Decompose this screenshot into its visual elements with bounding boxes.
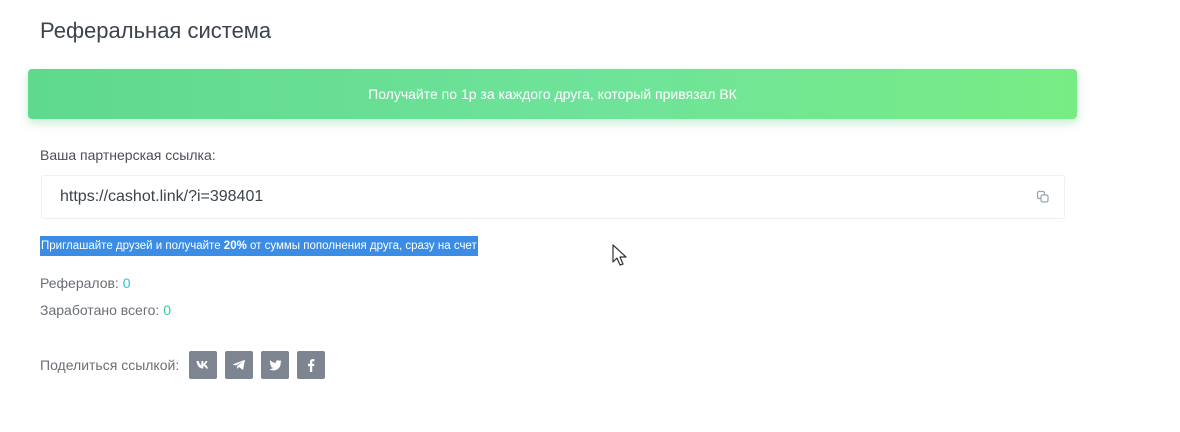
telegram-icon bbox=[232, 359, 246, 370]
partner-link-input[interactable] bbox=[42, 176, 1002, 218]
copy-button[interactable] bbox=[1028, 184, 1058, 210]
share-row: Поделиться ссылкой: bbox=[40, 351, 326, 379]
mouse-cursor-icon bbox=[612, 244, 627, 266]
promo-percent: 20% bbox=[223, 240, 247, 252]
info-banner: Получайте по 1р за каждого друга, которы… bbox=[28, 69, 1077, 119]
promo-text: Приглашайте друзей и получайте 20% от су… bbox=[40, 236, 478, 256]
page-title: Реферальная система bbox=[40, 18, 272, 43]
promo-text-before: Приглашайте друзей и получайте bbox=[41, 240, 224, 252]
share-telegram-button[interactable] bbox=[225, 351, 254, 379]
copy-icon bbox=[1036, 190, 1049, 203]
partner-link-field bbox=[41, 175, 1065, 219]
partner-link-label: Ваша партнерская ссылка: bbox=[40, 147, 216, 163]
earned-label: Заработано всего: bbox=[40, 302, 160, 318]
promo-text-after: от суммы пополнения друга, сразу на счет bbox=[246, 240, 477, 252]
earned-stat: Заработано всего: 0 bbox=[40, 302, 171, 318]
earned-value: 0 bbox=[163, 302, 171, 318]
referrals-stat: Рефералов: 0 bbox=[40, 275, 131, 291]
referrals-label: Рефералов: bbox=[40, 275, 119, 291]
share-label: Поделиться ссылкой: bbox=[40, 357, 180, 373]
banner-text: Получайте по 1р за каждого друга, которы… bbox=[368, 86, 737, 102]
share-twitter-button[interactable] bbox=[261, 351, 290, 379]
vk-icon bbox=[196, 361, 209, 369]
share-vk-button[interactable] bbox=[189, 351, 218, 379]
referrals-value: 0 bbox=[122, 275, 131, 291]
referral-card: Реферальная система Получайте по 1р за к… bbox=[8, 0, 1180, 432]
share-facebook-button[interactable] bbox=[297, 351, 326, 379]
facebook-icon bbox=[308, 358, 315, 372]
twitter-icon bbox=[268, 359, 282, 370]
